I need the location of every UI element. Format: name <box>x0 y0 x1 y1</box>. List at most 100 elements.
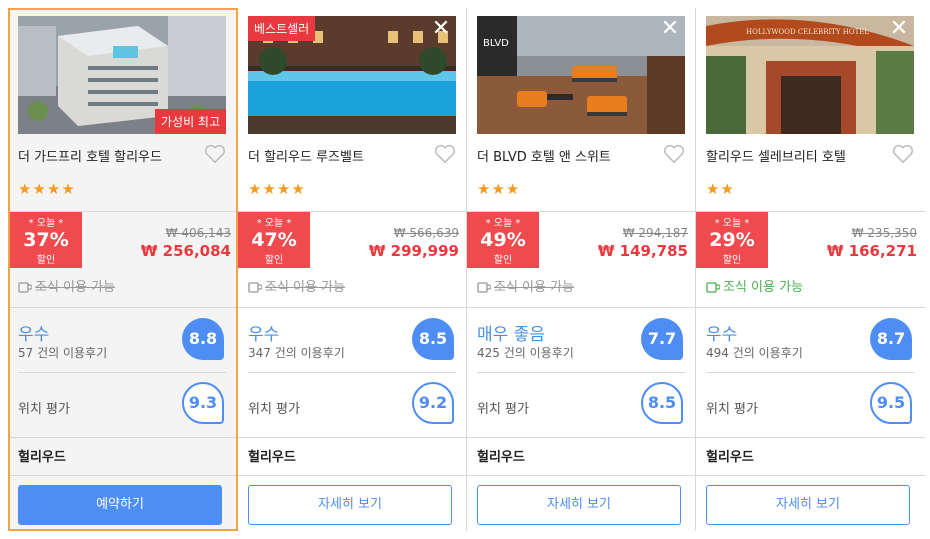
area-name: 헐리우드 <box>18 450 66 465</box>
discount-badge: * 오늘 * 29% 할인 <box>696 212 768 268</box>
review-score: 8.7 <box>870 318 912 360</box>
area-name: 헐리우드 <box>706 450 754 465</box>
rating-word: 우수 <box>18 325 50 345</box>
hotel-photo[interactable]: HOLLYWOOD CELEBRITY HOTEL ✕ <box>706 16 914 134</box>
rating-word: 매우 좋음 <box>477 325 545 345</box>
discount-suffix: 할인 <box>722 255 742 266</box>
price-block: * 오늘 * 37% 할인 ₩ 406,143 ₩ 256,084 <box>10 212 239 268</box>
view-details-button[interactable]: 자세히 보기 <box>477 485 681 525</box>
area-name: 헐리우드 <box>477 450 525 465</box>
breakfast-label: 조식 이용 가능 <box>494 280 575 295</box>
location-label: 위치 평가 <box>706 402 758 417</box>
location-label: 위치 평가 <box>18 402 70 417</box>
hotel-photo[interactable]: 베스트셀러 ✕ <box>248 16 456 134</box>
original-price: ₩ 235,350 <box>851 226 917 240</box>
divider <box>696 437 925 438</box>
divider <box>248 372 456 373</box>
review-count[interactable]: 57 건의 이용후기 <box>18 344 107 361</box>
view-details-button[interactable]: 자세히 보기 <box>706 485 910 525</box>
hotel-card: HOLLYWOOD CELEBRITY HOTEL ✕ 할리우드 셀레브리티 호… <box>696 8 925 531</box>
divider <box>238 437 467 438</box>
bestseller-badge: 베스트셀러 <box>248 16 316 41</box>
divider <box>18 372 226 373</box>
location-score: 9.2 <box>412 382 454 424</box>
price-block: * 오늘 * 49% 할인 ₩ 294,187 ₩ 149,785 <box>467 212 696 268</box>
current-price: ₩ 299,999 <box>368 242 459 260</box>
breakfast-info: 조식 이용 가능 <box>477 276 574 295</box>
divider <box>238 475 467 476</box>
heart-icon[interactable] <box>663 144 685 164</box>
area-name: 헐리우드 <box>248 450 296 465</box>
review-count[interactable]: 494 건의 이용후기 <box>706 344 803 361</box>
coffee-cup-icon <box>706 282 720 293</box>
close-icon[interactable]: ✕ <box>430 18 452 40</box>
original-price: ₩ 294,187 <box>622 226 688 240</box>
breakfast-info: 조식 이용 가능 <box>248 276 345 295</box>
current-price: ₩ 166,271 <box>826 242 917 260</box>
discount-percent: 47% <box>251 229 297 251</box>
discount-badge: * 오늘 * 47% 할인 <box>238 212 310 268</box>
original-price: ₩ 566,639 <box>393 226 459 240</box>
current-price: ₩ 149,785 <box>597 242 688 260</box>
breakfast-label: 조식 이용 가능 <box>35 280 116 295</box>
divider <box>467 437 696 438</box>
discount-suffix: 할인 <box>264 255 284 266</box>
rating-word: 우수 <box>706 325 738 345</box>
divider <box>477 372 685 373</box>
discount-badge: * 오늘 * 37% 할인 <box>10 212 82 268</box>
hotel-compare-grid: 가성비 최고 더 가드프리 호텔 할리우드 ★★★★ * 오늘 * 37% 할인… <box>8 8 928 531</box>
hotel-name[interactable]: 더 할리우드 루즈벨트 <box>248 146 456 165</box>
coffee-cup-icon <box>477 282 491 293</box>
today-label: * 오늘 * <box>256 218 292 229</box>
star-rating: ★★★★ <box>18 180 76 198</box>
discount-suffix: 할인 <box>493 255 513 266</box>
hotel-sign: HOLLYWOOD CELEBRITY HOTEL <box>746 28 869 36</box>
divider <box>467 475 696 476</box>
price-block: * 오늘 * 29% 할인 ₩ 235,350 ₩ 166,271 <box>696 212 925 268</box>
rating-word: 우수 <box>248 325 280 345</box>
heart-icon[interactable] <box>204 144 226 164</box>
price-block: * 오늘 * 47% 할인 ₩ 566,639 ₩ 299,999 <box>238 212 467 268</box>
close-icon[interactable]: ✕ <box>659 18 681 40</box>
today-label: * 오늘 * <box>28 218 64 229</box>
star-rating: ★★★ <box>477 180 521 198</box>
hotel-photo[interactable]: 가성비 최고 <box>18 16 226 134</box>
divider <box>696 475 925 476</box>
today-label: * 오늘 * <box>714 218 750 229</box>
hotel-name[interactable]: 더 BLVD 호텔 앤 스위트 <box>477 146 685 165</box>
hotel-card: 가성비 최고 더 가드프리 호텔 할리우드 ★★★★ * 오늘 * 37% 할인… <box>8 8 238 531</box>
hotel-photo[interactable]: BLVD ✕ <box>477 16 685 134</box>
blvd-logo: BLVD <box>483 38 509 49</box>
heart-icon[interactable] <box>434 144 456 164</box>
breakfast-info: 조식 이용 가능 <box>706 276 803 295</box>
divider <box>10 475 236 476</box>
value-badge: 가성비 최고 <box>154 109 226 134</box>
divider <box>706 372 914 373</box>
divider <box>467 307 696 308</box>
divider <box>238 307 467 308</box>
review-count[interactable]: 425 건의 이용후기 <box>477 344 574 361</box>
hotel-name[interactable]: 더 가드프리 호텔 할리우드 <box>18 146 226 165</box>
breakfast-label: 조식 이용 가능 <box>723 280 804 295</box>
location-score: 8.5 <box>641 382 683 424</box>
location-score: 9.5 <box>870 382 912 424</box>
close-icon[interactable]: ✕ <box>888 18 910 40</box>
coffee-cup-icon <box>248 282 262 293</box>
star-rating: ★★ <box>706 180 735 198</box>
breakfast-info: 조식 이용 가능 <box>18 276 115 295</box>
hotel-card: 베스트셀러 ✕ 더 할리우드 루즈벨트 ★★★★ * 오늘 * 47% 할인 ₩… <box>238 8 467 531</box>
divider <box>10 437 236 438</box>
discount-suffix: 할인 <box>36 255 56 266</box>
review-score: 8.8 <box>182 318 224 360</box>
location-label: 위치 평가 <box>477 402 529 417</box>
breakfast-label: 조식 이용 가능 <box>265 280 346 295</box>
book-button[interactable]: 예약하기 <box>18 485 222 525</box>
hotel-card: BLVD ✕ 더 BLVD 호텔 앤 스위트 ★★★ * 오늘 * 49% 할인… <box>467 8 696 531</box>
view-details-button[interactable]: 자세히 보기 <box>248 485 452 525</box>
hotel-name[interactable]: 할리우드 셀레브리티 호텔 <box>706 146 914 165</box>
heart-icon[interactable] <box>892 144 914 164</box>
review-count[interactable]: 347 건의 이용후기 <box>248 344 345 361</box>
divider <box>10 307 236 308</box>
today-label: * 오늘 * <box>485 218 521 229</box>
discount-percent: 49% <box>480 229 526 251</box>
